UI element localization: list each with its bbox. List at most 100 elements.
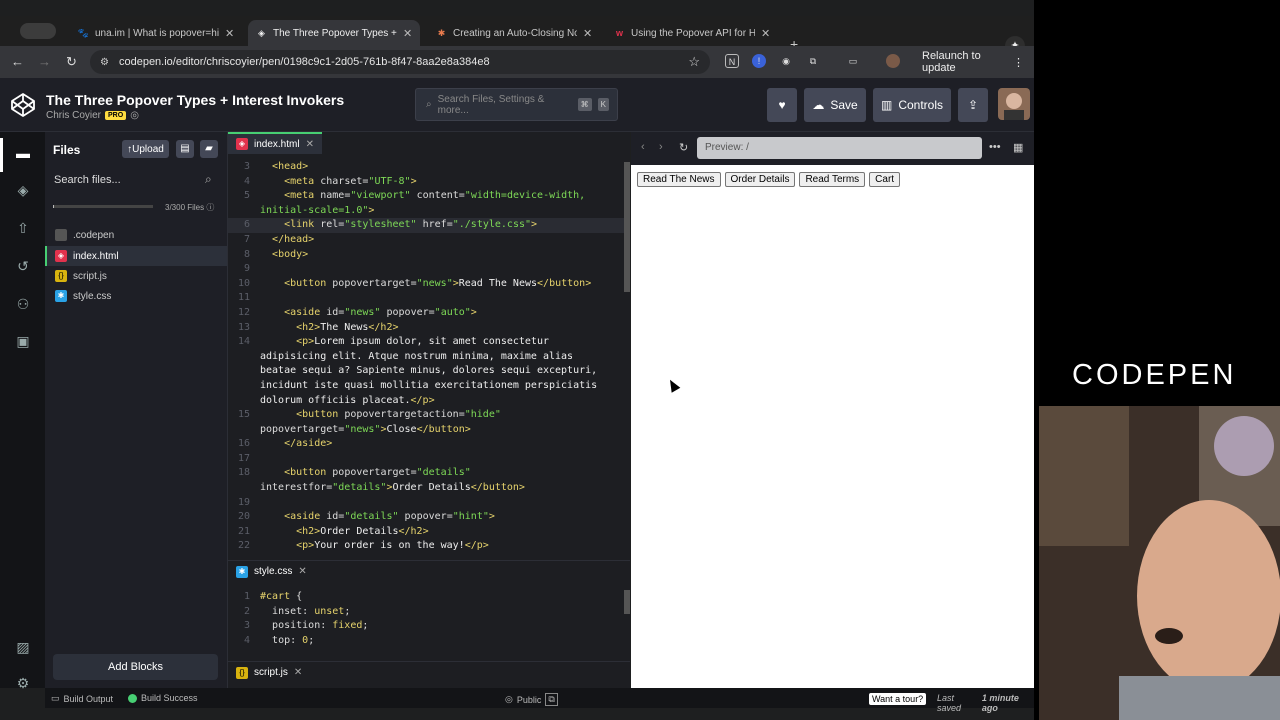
info-icon[interactable]: ⓘ	[206, 203, 214, 212]
file-item-style-css[interactable]: ✱ style.css	[45, 286, 227, 306]
files-heading: Files	[53, 143, 81, 157]
upload-button[interactable]: ↑ Upload	[122, 140, 169, 158]
tab-label: script.js	[254, 667, 288, 678]
close-icon[interactable]: ✕	[294, 667, 302, 678]
qr-icon[interactable]: ▦	[1013, 141, 1023, 154]
brand-text: CODEPEN	[1072, 359, 1237, 391]
stack-ext-icon[interactable]: ◉	[779, 54, 793, 68]
close-icon[interactable]: ✕	[761, 27, 770, 40]
status-bar: ▭ Build Output Build Success ◎ Public ⧉ …	[45, 688, 1034, 713]
password-ext-icon[interactable]: !	[752, 54, 766, 68]
build-output-button[interactable]: ▭ Build Output	[51, 693, 113, 704]
notion-ext-icon[interactable]: N	[725, 54, 739, 68]
close-icon[interactable]: ✕	[306, 139, 314, 150]
user-avatar[interactable]	[998, 88, 1030, 120]
file-usage-fill	[53, 205, 54, 208]
site-settings-icon[interactable]: ⚙	[100, 57, 109, 68]
reload-icon[interactable]: ↻	[66, 54, 77, 70]
browser-tab-4[interactable]: w Using the Popover API for HTML ✕	[606, 20, 778, 46]
codepen-icon: ◈	[258, 27, 265, 38]
preview-forward-icon[interactable]: ›	[659, 141, 663, 153]
author-name[interactable]: Chris Coyier	[46, 110, 101, 121]
tab-search-button[interactable]	[20, 23, 56, 39]
codepen-logo-icon[interactable]	[10, 92, 36, 118]
close-icon[interactable]: ✕	[583, 27, 592, 40]
browser-tab-2[interactable]: ◈ The Three Popover Types + Interest Inv…	[248, 20, 421, 46]
layers-icon[interactable]: ◈	[13, 180, 33, 200]
settings-icon[interactable]: ⚙	[13, 673, 33, 693]
save-button[interactable]: ☁ Save	[804, 88, 866, 122]
editor-tab-html[interactable]: ◈ index.html ✕	[228, 132, 322, 154]
browser-tab-3[interactable]: ✱ Creating an Auto-Closing Notification …	[428, 20, 600, 46]
omni-search-input[interactable]: ⌕ Search Files, Settings & more... ⌘ K	[415, 88, 618, 121]
close-icon[interactable]: ✕	[298, 566, 306, 577]
pen-title[interactable]: The Three Popover Types + Interest Invok…	[46, 92, 344, 108]
icon-rail: ▬ ◈ ⇧ ↺ ⚇ ▣ ▨ ⚙	[0, 132, 45, 691]
comments-icon[interactable]: ▣	[13, 331, 33, 351]
tour-label: Want a tour?	[869, 693, 927, 705]
order-details-button[interactable]: Order Details	[724, 172, 796, 187]
address-bar[interactable]: ⚙ codepen.io/editor/chriscoyier/pen/0198…	[90, 50, 710, 74]
file-item-index-html[interactable]: ◈ index.html	[45, 246, 227, 266]
globe-icon: ◎	[130, 110, 139, 121]
save-label: Save	[830, 98, 858, 112]
editor-scrollbar[interactable]	[624, 162, 630, 292]
html-code[interactable]: 3 <head> 4 <meta charset="UTF-8"> 5 <met…	[228, 160, 624, 554]
presenter-image	[1039, 406, 1280, 720]
heart-button[interactable]: ♥	[767, 88, 797, 122]
kebab-menu-icon[interactable]: ⋮	[1013, 56, 1024, 69]
file-search-input[interactable]: Search files...	[54, 174, 121, 186]
last-saved: Last saved 1 minute ago	[937, 693, 1034, 713]
file-item-script-js[interactable]: {} script.js	[45, 266, 227, 286]
embed-icon[interactable]: ⧉	[545, 693, 558, 706]
tab-title: una.im | What is popover=hint?	[95, 27, 219, 39]
more-icon[interactable]: •••	[989, 141, 1001, 153]
author-line: Chris Coyier PRO ◎	[46, 110, 139, 121]
editor-tab-js[interactable]: {} script.js ✕	[228, 661, 630, 683]
close-icon[interactable]: ✕	[225, 27, 234, 40]
controls-button[interactable]: ▥ Controls	[873, 88, 951, 122]
tab-title: The Three Popover Types + Interest Invok…	[273, 27, 397, 39]
css-icon: ✱	[55, 290, 67, 302]
close-icon[interactable]: ✕	[403, 27, 412, 40]
preview-toolbar: ‹ › ↻ Preview: / ••• ▦	[631, 132, 1034, 165]
editor-tab-css[interactable]: ✱ style.css ✕	[228, 560, 630, 582]
browser-tab-1[interactable]: 🐾 una.im | What is popover=hint? ✕	[70, 20, 242, 46]
tour-button[interactable]: Want a tour?	[869, 693, 927, 705]
preview-reload-icon[interactable]: ↻	[679, 141, 688, 154]
profile-avatar[interactable]	[886, 54, 900, 68]
search-placeholder: Search Files, Settings & more...	[437, 93, 545, 116]
build-success-label: Build Success	[141, 693, 198, 703]
css-scrollbar[interactable]	[624, 590, 630, 614]
read-news-button[interactable]: Read The News	[637, 172, 721, 187]
back-icon[interactable]: ←	[11, 54, 24, 69]
cast-icon[interactable]: ▭	[846, 54, 860, 68]
css-icon: ✱	[236, 565, 248, 578]
image-icon[interactable]: ▨	[13, 637, 33, 657]
read-terms-button[interactable]: Read Terms	[799, 172, 866, 187]
relaunch-button[interactable]: Relaunch to update ⋮	[912, 50, 1034, 74]
forward-icon[interactable]: →	[38, 54, 51, 69]
history-icon[interactable]: ↺	[13, 256, 33, 276]
build-status: Build Success	[128, 693, 198, 703]
preview-url-input[interactable]: Preview: /	[697, 137, 982, 159]
file-item-codepen[interactable]: .codepen	[45, 225, 227, 245]
puzzle-icon[interactable]: ⧉	[806, 54, 820, 68]
screen: 🐾 una.im | What is popover=hint? ✕ ◈ The…	[0, 0, 1280, 720]
share-button[interactable]: ⇪	[958, 88, 988, 122]
active-indicator	[0, 138, 3, 172]
add-user-icon[interactable]: ⚇	[13, 294, 33, 314]
add-blocks-button[interactable]: Add Blocks	[53, 654, 218, 680]
js-icon: {}	[55, 270, 67, 282]
css-code[interactable]: 1 #cart { 2 inset: unset; 3 position: fix…	[228, 590, 624, 654]
deploy-icon[interactable]: ⇧	[13, 218, 33, 238]
new-folder-icon[interactable]: ▰	[200, 140, 218, 158]
file-name: index.html	[73, 250, 119, 262]
privacy-toggle[interactable]: ◎ Public ⧉	[505, 693, 558, 706]
preview-back-icon[interactable]: ‹	[641, 141, 645, 153]
files-icon[interactable]: ▬	[13, 143, 33, 163]
bookmark-star-icon[interactable]: ☆	[688, 54, 700, 70]
address-row: ← → ↻ ⚙ codepen.io/editor/chriscoyier/pe…	[0, 46, 1034, 78]
cart-button[interactable]: Cart	[869, 172, 901, 187]
new-file-icon[interactable]: ▤	[176, 140, 194, 158]
